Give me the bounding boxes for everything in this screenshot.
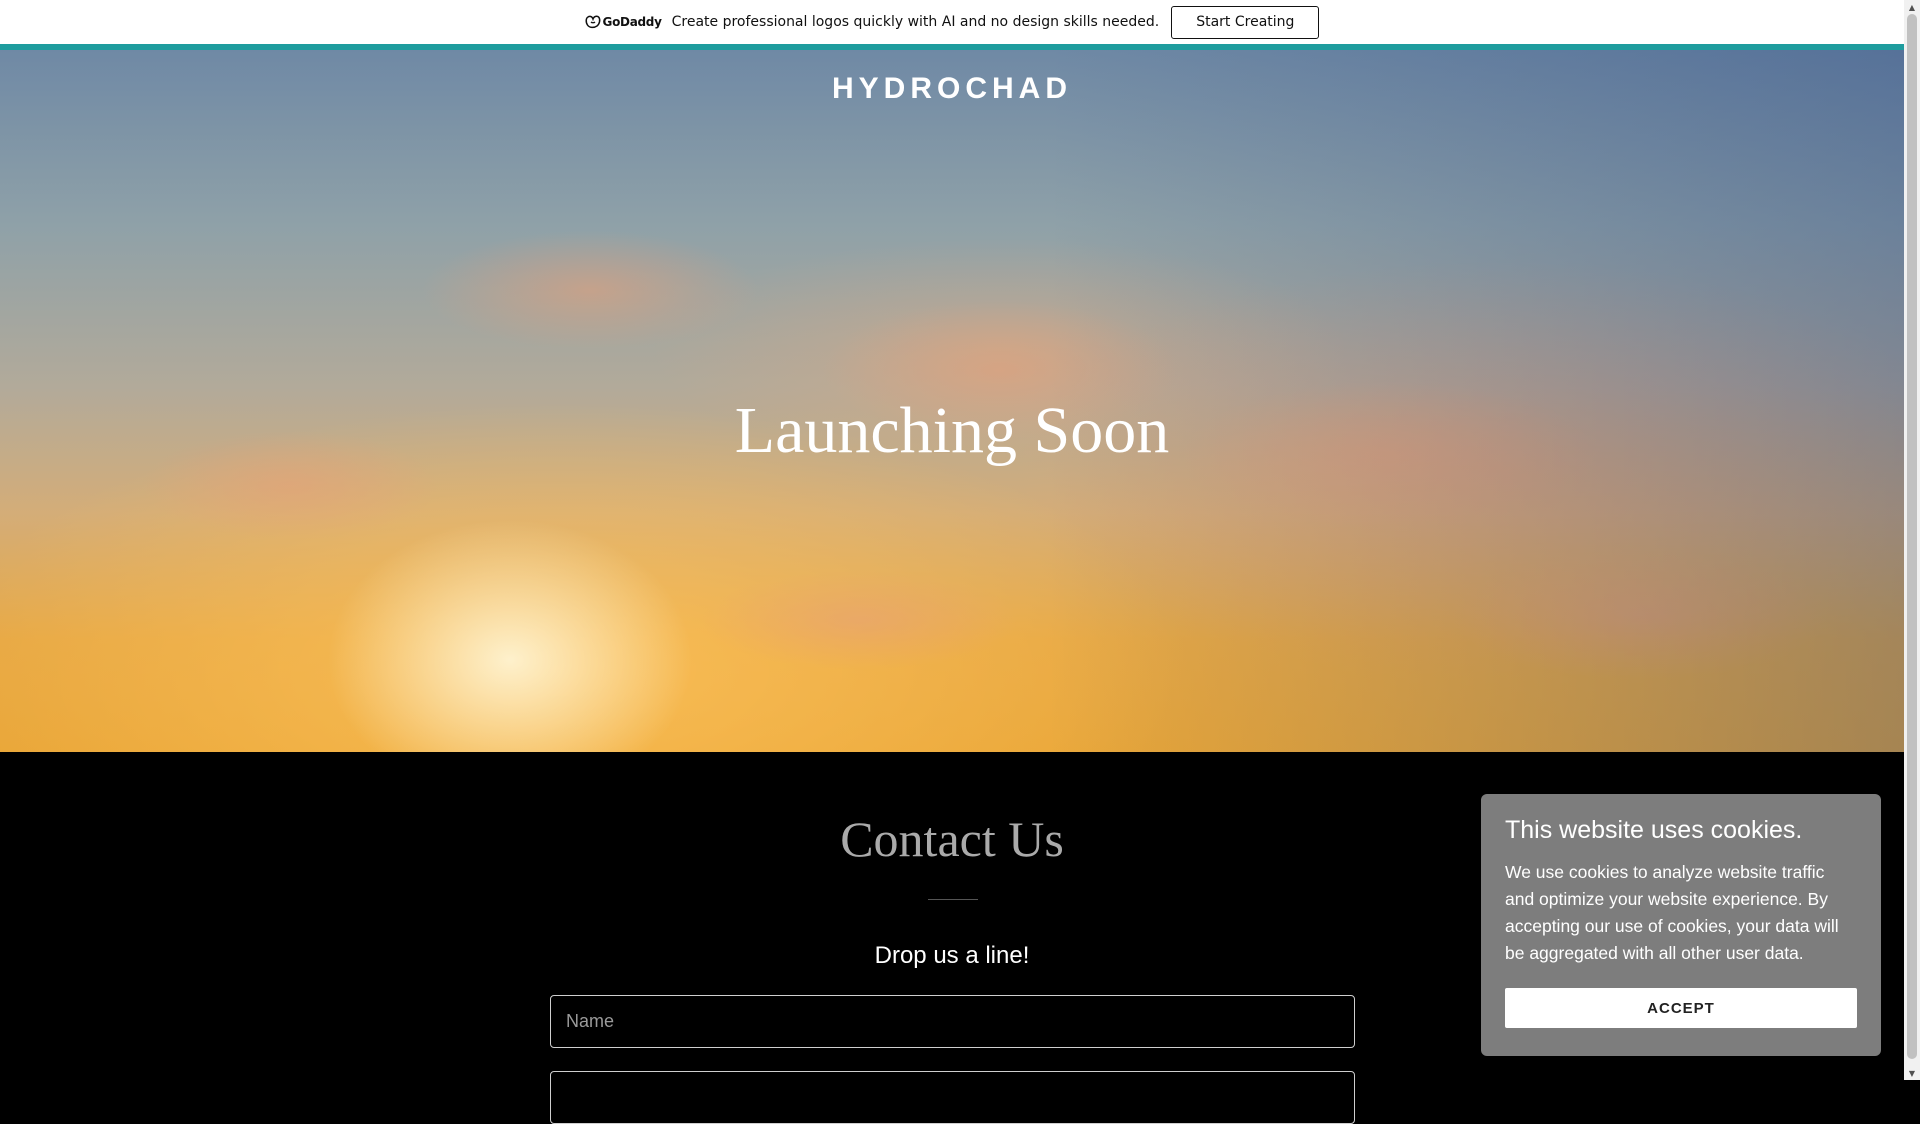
promo-text: Create professional logos quickly with A… xyxy=(671,14,1160,30)
godaddy-brand[interactable]: GoDaddy xyxy=(585,15,662,29)
section-divider xyxy=(928,899,978,900)
page-scrollbar[interactable]: ▲ ▼ xyxy=(1904,0,1920,1080)
next-form-field[interactable] xyxy=(550,1071,1355,1124)
hero-cloud xyxy=(700,570,1020,670)
accept-cookies-button[interactable]: ACCEPT xyxy=(1505,988,1857,1028)
cookie-consent-panel: This website uses cookies. We use cookie… xyxy=(1481,794,1881,1056)
hero-section: HYDROCHAD Launching Soon xyxy=(0,50,1904,752)
site-name[interactable]: HYDROCHAD xyxy=(0,72,1904,106)
cookie-body: We use cookies to analyze website traffi… xyxy=(1505,862,1839,963)
brand-name: GoDaddy xyxy=(602,15,662,29)
chevron-up-icon[interactable]: ▲ xyxy=(1904,0,1920,14)
name-input[interactable] xyxy=(550,995,1355,1048)
godaddy-logo-icon xyxy=(585,15,600,29)
promo-banner: GoDaddy Create professional logos quickl… xyxy=(0,0,1904,44)
hero-cloud xyxy=(1450,550,1830,680)
chevron-down-icon[interactable]: ▼ xyxy=(1904,1066,1920,1080)
hero-title: Launching Soon xyxy=(734,394,1170,467)
hero-cloud xyxy=(420,230,760,350)
cookie-title: This website uses cookies. xyxy=(1505,816,1803,844)
start-creating-button[interactable]: Start Creating xyxy=(1171,5,1320,39)
scrollbar-thumb[interactable] xyxy=(1907,14,1917,1059)
